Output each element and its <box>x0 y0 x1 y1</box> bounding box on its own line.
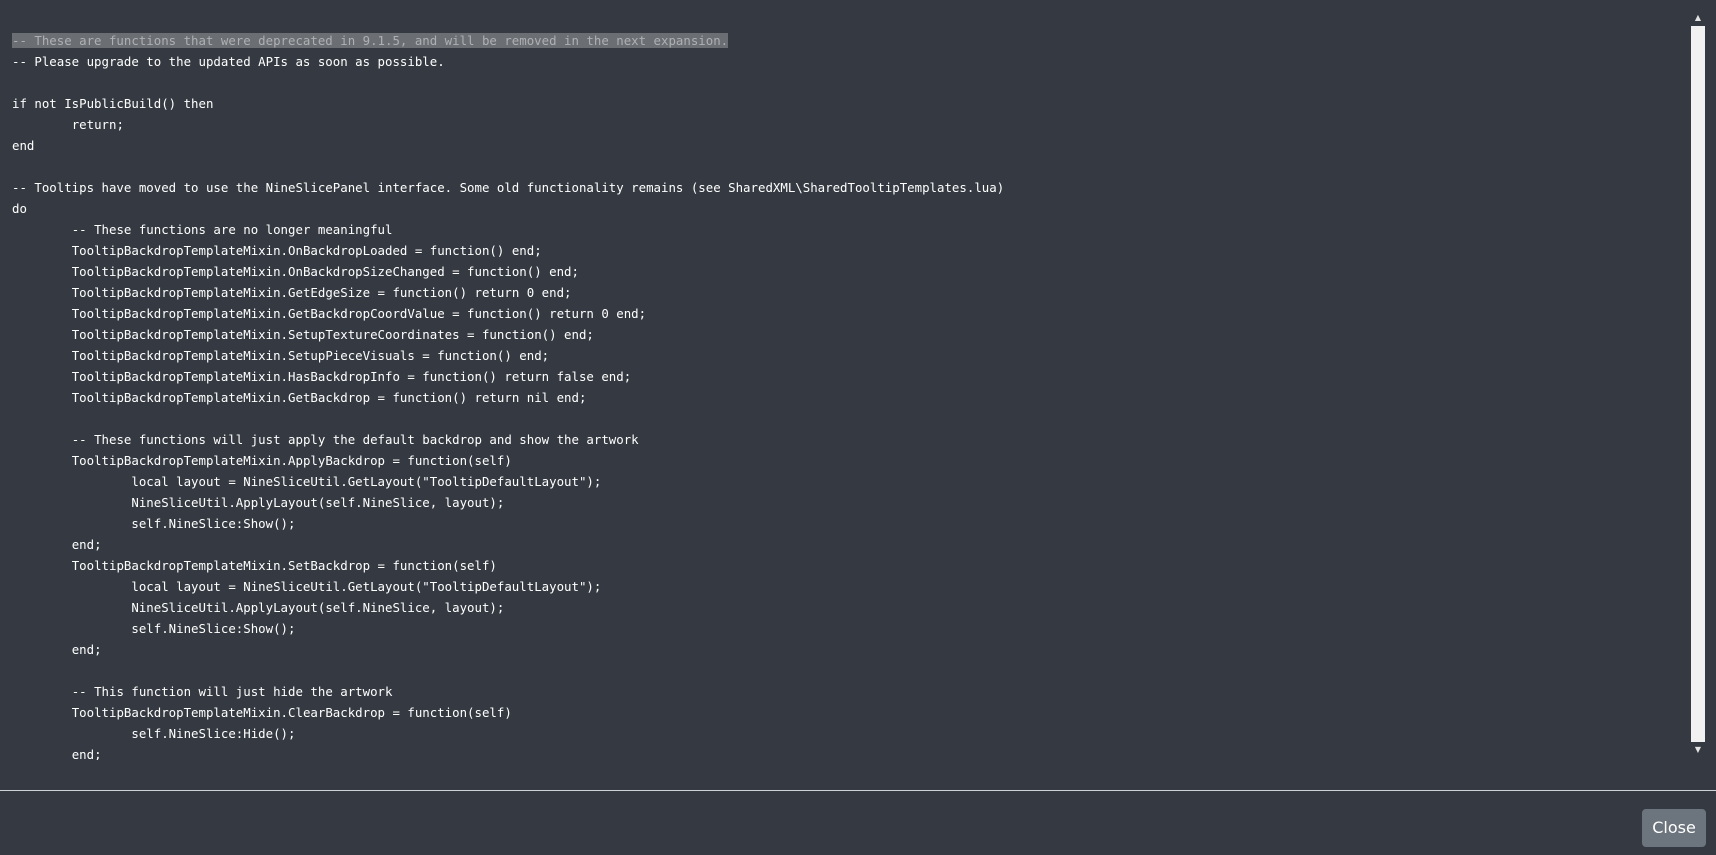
code-line: end; <box>12 747 102 760</box>
code-line: self.NineSlice:Show(); <box>12 621 296 636</box>
code-line: TooltipBackdropTemplateMixin.ApplyBackdr… <box>12 453 512 468</box>
code-line: local layout = NineSliceUtil.GetLayout("… <box>12 474 602 489</box>
code-line: end <box>12 138 35 153</box>
code-line: return; <box>12 117 124 132</box>
code-line: -- These are functions that were depreca… <box>12 33 729 48</box>
code-line: TooltipBackdropTemplateMixin.SetBackdrop… <box>12 558 497 573</box>
scroll-down-arrow-icon[interactable]: ▼ <box>1690 742 1706 758</box>
code-line: TooltipBackdropTemplateMixin.GetEdgeSize… <box>12 285 572 300</box>
code-block: -- These are functions that were depreca… <box>0 0 1690 760</box>
close-button[interactable]: Close <box>1642 809 1706 847</box>
code-line: TooltipBackdropTemplateMixin.ClearBackdr… <box>12 705 512 720</box>
modal-footer: Close <box>0 791 1716 855</box>
code-line: -- These functions will just apply the d… <box>12 432 639 447</box>
code-line: do <box>12 201 27 216</box>
code-line: TooltipBackdropTemplateMixin.SetupTextur… <box>12 327 594 342</box>
code-line: NineSliceUtil.ApplyLayout(self.NineSlice… <box>12 600 505 615</box>
code-line: if not IsPublicBuild() then <box>12 96 214 111</box>
code-line: NineSliceUtil.ApplyLayout(self.NineSlice… <box>12 495 505 510</box>
code-line: TooltipBackdropTemplateMixin.HasBackdrop… <box>12 369 632 384</box>
code-view[interactable]: -- These are functions that were depreca… <box>0 0 1690 760</box>
code-line: end; <box>12 642 102 657</box>
code-viewer-modal: -- These are functions that were depreca… <box>0 0 1716 855</box>
vertical-scrollbar[interactable]: ▲ ▼ <box>1690 10 1706 758</box>
code-line: TooltipBackdropTemplateMixin.GetBackdrop… <box>12 390 587 405</box>
code-line: TooltipBackdropTemplateMixin.SetupPieceV… <box>12 348 550 363</box>
code-line: -- This function will just hide the artw… <box>12 684 393 699</box>
code-line: local layout = NineSliceUtil.GetLayout("… <box>12 579 602 594</box>
code-line: TooltipBackdropTemplateMixin.OnBackdropS… <box>12 264 579 279</box>
code-line: TooltipBackdropTemplateMixin.GetBackdrop… <box>12 306 647 321</box>
code-line: -- Please upgrade to the updated APIs as… <box>12 54 445 69</box>
scroll-up-arrow-icon[interactable]: ▲ <box>1690 10 1706 26</box>
code-line: -- These functions are no longer meaning… <box>12 222 393 237</box>
code-line: self.NineSlice:Show(); <box>12 516 296 531</box>
scrollbar-thumb[interactable] <box>1691 26 1705 742</box>
code-line: end; <box>12 537 102 552</box>
code-line: -- Tooltips have moved to use the NineSl… <box>12 180 1005 195</box>
code-line: TooltipBackdropTemplateMixin.OnBackdropL… <box>12 243 542 258</box>
code-line: self.NineSlice:Hide(); <box>12 726 296 741</box>
